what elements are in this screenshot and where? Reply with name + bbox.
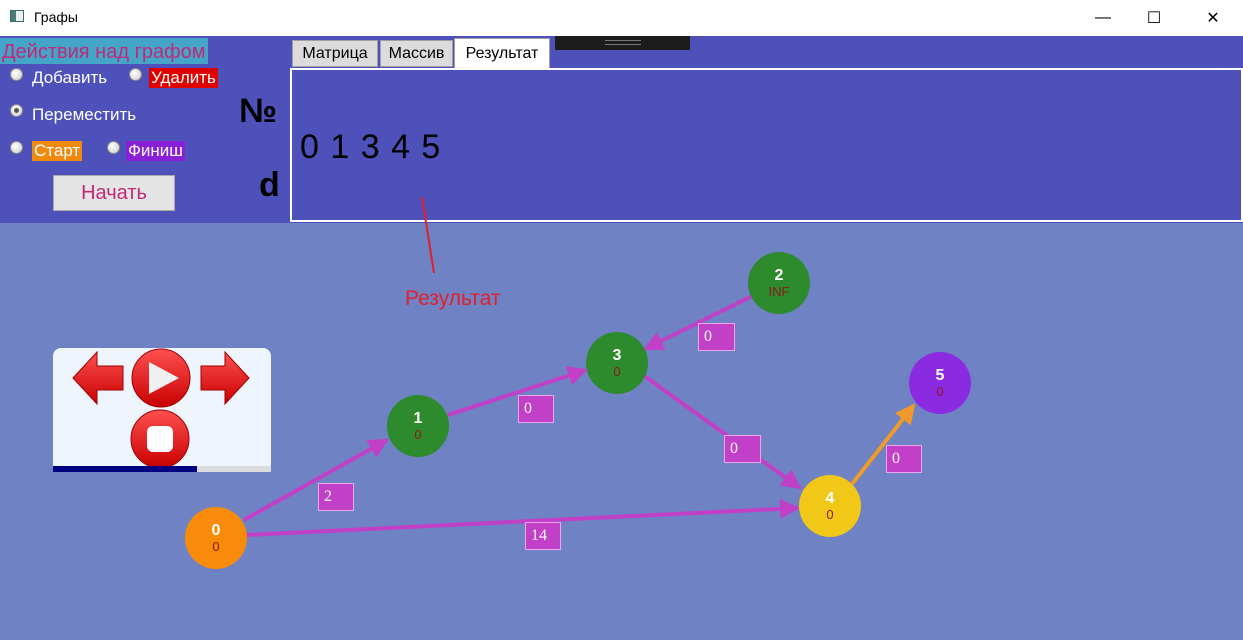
graph-node-2[interactable]: 2 INF (748, 252, 810, 314)
graph-node-3[interactable]: 3 0 (586, 332, 648, 394)
edge-weight-1-3[interactable]: 0 (518, 395, 554, 423)
playback-controls (53, 348, 271, 472)
node-number: 2 (774, 267, 784, 284)
graph-node-1[interactable]: 1 0 (387, 395, 449, 457)
node-number: 0 (211, 522, 221, 539)
graph-node-0[interactable]: 0 0 (185, 507, 247, 569)
graph-node-4[interactable]: 4 0 (799, 475, 861, 537)
edge-weight-0-4[interactable]: 14 (525, 522, 561, 550)
graph-node-5[interactable]: 5 0 (909, 352, 971, 414)
stop-icon[interactable] (130, 409, 190, 469)
node-number: 1 (413, 410, 423, 427)
arrow-left-icon[interactable] (72, 350, 124, 406)
node-distance: 0 (414, 427, 422, 442)
edge-weight-4-5[interactable]: 0 (886, 445, 922, 473)
play-icon[interactable] (131, 348, 191, 408)
arrow-right-icon[interactable] (200, 350, 250, 406)
node-number: 4 (825, 490, 835, 507)
annotation-line (421, 196, 435, 274)
node-distance: INF (768, 284, 790, 299)
playback-progress-bar[interactable] (53, 466, 271, 472)
node-distance: 0 (212, 539, 220, 554)
result-annotation: Результат (405, 287, 501, 310)
node-distance: 0 (613, 364, 621, 379)
node-distance: 0 (936, 384, 944, 399)
edge-weight-2-3[interactable]: 0 (698, 323, 735, 351)
edge-0-4[interactable] (245, 498, 800, 537)
edge-weight-0-1[interactable]: 2 (318, 483, 354, 511)
node-distance: 0 (826, 507, 834, 522)
edge-3-4[interactable] (641, 373, 802, 490)
playback-progress-fill (53, 466, 197, 472)
edge-weight-3-4[interactable]: 0 (724, 435, 761, 463)
node-number: 3 (612, 347, 622, 364)
node-number: 5 (935, 367, 945, 384)
edge-1-3[interactable] (447, 366, 588, 417)
